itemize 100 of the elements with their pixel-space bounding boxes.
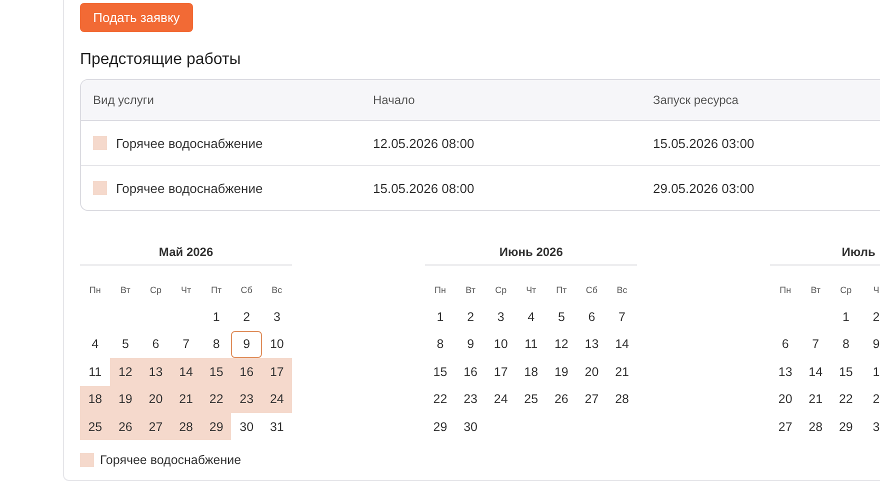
calendar-day[interactable]: 8 — [425, 330, 456, 358]
weekday-label: Вт — [810, 284, 822, 296]
weekday-label: Пн — [88, 284, 102, 296]
calendar-day[interactable]: 4 — [80, 330, 110, 358]
calendar-day[interactable]: 14 — [606, 330, 638, 358]
calendar-day[interactable]: 14 — [170, 358, 202, 386]
calendar-day[interactable]: 23 — [455, 386, 486, 413]
calendar-day[interactable]: 1 — [201, 303, 232, 331]
weekday-label: Ср — [148, 284, 162, 297]
calendar-day[interactable]: 20 — [770, 386, 800, 413]
calendar-day[interactable]: 5 — [110, 330, 141, 358]
calendar-day[interactable]: 29 — [425, 412, 456, 440]
calendar-day[interactable]: 9 — [455, 330, 486, 358]
calendar-day[interactable]: 7 — [606, 303, 638, 331]
calendar-day[interactable]: 30 — [231, 412, 262, 440]
weekday-label: Пн — [434, 284, 447, 296]
calendar-day[interactable]: 17 — [262, 358, 292, 386]
calendar-day[interactable]: 18 — [80, 386, 110, 413]
table-cell: 15.05.2026 08:00 — [373, 180, 474, 196]
calendar-day[interactable]: 24 — [262, 386, 292, 413]
calendar-day[interactable]: 24 — [486, 386, 516, 413]
weekday-label: Ч — [872, 284, 880, 296]
table-cell: 29.05.2026 03:00 — [653, 180, 754, 196]
calendar-day[interactable]: 30 — [455, 412, 486, 440]
calendar-day[interactable]: 3 — [861, 412, 880, 440]
table-cell: Горячее водоснабжение — [116, 180, 263, 196]
calendar-day[interactable]: 8 — [830, 330, 862, 358]
calendar-day[interactable]: 9 — [861, 330, 880, 358]
calendar-day[interactable]: 17 — [486, 358, 516, 386]
table-cell: 15.05.2026 03:00 — [653, 136, 754, 150]
weekday-label: Пт — [210, 284, 223, 296]
month-title: Июнь 2026 — [499, 245, 563, 259]
legend-label: Горячее водоснабжение — [100, 453, 242, 468]
calendar-day[interactable]: 7 — [800, 330, 831, 358]
calendar-day[interactable]: 3 — [262, 303, 292, 331]
calendar-day[interactable]: 13 — [140, 358, 171, 386]
calendar-day[interactable]: 8 — [201, 330, 232, 358]
calendar-day[interactable]: 12 — [110, 358, 141, 386]
calendar-day[interactable]: 2 — [231, 303, 262, 331]
calendar-day[interactable]: 12 — [546, 330, 577, 358]
calendar-day[interactable]: 16 — [231, 358, 262, 386]
calendar-day[interactable]: 21 — [170, 386, 202, 413]
calendar-day[interactable]: 28 — [170, 412, 202, 440]
calendar-day[interactable]: 11 — [516, 330, 546, 358]
calendar-day[interactable]: 21 — [606, 358, 638, 386]
calendar-day[interactable]: 20 — [576, 358, 607, 386]
calendar-day[interactable]: 23 — [231, 386, 262, 413]
calendar-day[interactable]: 3 — [486, 303, 516, 331]
calendar-day[interactable]: 29 — [201, 412, 232, 440]
calendar-day[interactable]: 15 — [201, 358, 232, 386]
weekday-label: Вт — [464, 284, 476, 296]
calendar-day[interactable]: 21 — [800, 386, 831, 413]
calendar-day[interactable]: 26 — [110, 412, 141, 440]
calendar-day[interactable]: 1 — [830, 303, 862, 331]
calendar-day[interactable]: 28 — [606, 386, 638, 413]
calendar-day[interactable]: 5 — [546, 303, 577, 331]
weekday-label: Ср — [494, 284, 508, 297]
calendar-day[interactable]: 6 — [140, 330, 171, 358]
calendar-day[interactable]: 1 — [861, 358, 880, 386]
calendar-day[interactable]: 22 — [830, 386, 862, 413]
calendar-day[interactable]: 4 — [516, 303, 546, 331]
calendar-day[interactable]: 1 — [425, 303, 456, 331]
calendar-day[interactable]: 27 — [140, 412, 171, 440]
weekday-label: Чт — [525, 284, 538, 296]
calendar-day[interactable]: 18 — [516, 358, 546, 386]
calendar-day[interactable]: 28 — [800, 412, 831, 440]
weekday-label: Сб — [584, 284, 599, 296]
calendar-day[interactable]: 29 — [830, 412, 862, 440]
calendar-day[interactable]: 31 — [262, 412, 292, 440]
calendar-day[interactable]: 19 — [110, 386, 141, 413]
calendar-day[interactable]: 10 — [486, 330, 516, 358]
calendar-day[interactable]: 13 — [770, 358, 800, 386]
calendar-day[interactable]: 22 — [425, 386, 456, 413]
table-cell: 12.05.2026 08:00 — [373, 136, 474, 150]
column-header: Вид услуги — [92, 93, 155, 107]
calendar-day[interactable]: 22 — [201, 386, 232, 413]
calendar-day[interactable]: 15 — [425, 358, 456, 386]
weekday-label: Пн — [778, 284, 792, 296]
calendar-day[interactable]: 13 — [576, 330, 607, 358]
calendar-day[interactable]: 26 — [546, 386, 577, 413]
calendar-day[interactable]: 14 — [800, 358, 831, 386]
calendar-day[interactable]: 27 — [576, 386, 607, 413]
calendar-day[interactable]: 7 — [170, 330, 202, 358]
column-header: Начало — [372, 93, 416, 107]
weekday-label: Вс — [616, 284, 628, 296]
calendar-day[interactable]: 20 — [140, 386, 171, 413]
calendar-day[interactable]: 11 — [80, 358, 110, 386]
calendar-day[interactable]: 25 — [516, 386, 546, 413]
calendar-day[interactable]: 2 — [861, 386, 880, 413]
calendar-day[interactable]: 2 — [455, 303, 486, 331]
calendar-day[interactable]: 25 — [80, 412, 110, 440]
calendar-day[interactable]: 6 — [576, 303, 607, 331]
calendar-day[interactable]: 2 — [861, 303, 880, 331]
column-header: Запуск ресурса — [652, 93, 740, 107]
calendar-day[interactable]: 27 — [770, 412, 800, 440]
calendar-day[interactable]: 15 — [830, 358, 862, 386]
calendar-day[interactable]: 16 — [455, 358, 486, 386]
calendar-day[interactable]: 10 — [262, 330, 292, 358]
calendar-day[interactable]: 19 — [546, 358, 577, 386]
calendar-day[interactable]: 6 — [770, 330, 800, 358]
